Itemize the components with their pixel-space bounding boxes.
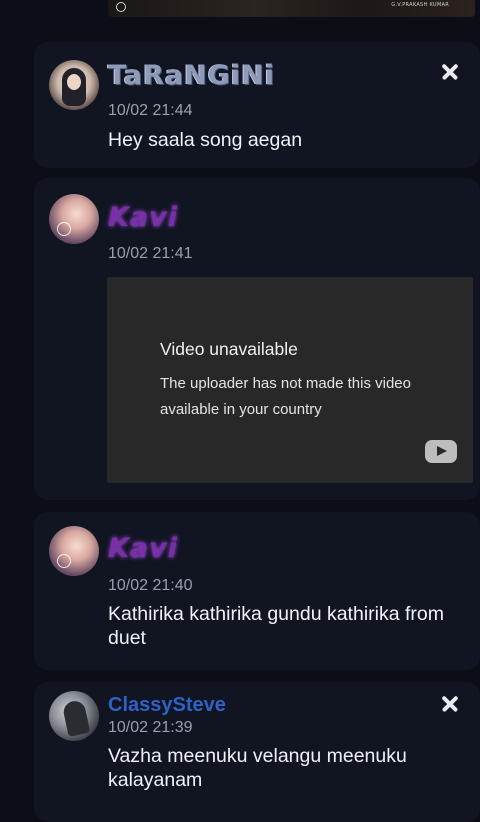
username[interactable]: Kavi <box>108 202 178 233</box>
timestamp: 10/02 21:41 <box>108 245 193 262</box>
youtube-play-icon[interactable] <box>425 440 457 463</box>
avatar[interactable] <box>49 691 99 741</box>
avatar[interactable] <box>49 60 99 110</box>
embedded-video[interactable]: Video unavailable The uploader has not m… <box>107 277 473 483</box>
close-icon[interactable] <box>438 692 462 716</box>
username[interactable]: ClassySteve <box>108 694 226 717</box>
username[interactable]: TaRaNGiNi <box>108 60 275 91</box>
media-logo-icon <box>116 2 126 12</box>
message-text: Kathirika kathirika gundu kathirika from… <box>108 603 444 649</box>
timestamp: 10/02 21:40 <box>108 577 193 594</box>
timestamp: 10/02 21:39 <box>108 719 193 736</box>
avatar[interactable] <box>49 194 99 244</box>
username[interactable]: Kavi <box>108 533 178 564</box>
video-unavailable-body: The uploader has not made this video ava… <box>160 375 411 418</box>
message-text: Hey saala song aegan <box>108 129 303 151</box>
media-credit-text: G.V.PRAKASH KUMAR <box>391 2 449 8</box>
close-icon[interactable] <box>438 60 462 84</box>
previous-message-media[interactable]: G.V.PRAKASH KUMAR <box>108 0 475 17</box>
timestamp: 10/02 21:44 <box>108 102 193 119</box>
video-unavailable-title: Video unavailable <box>160 339 298 359</box>
avatar[interactable] <box>49 526 99 576</box>
message-text: Vazha meenuku velangu meenuku kalayanam <box>108 745 407 791</box>
